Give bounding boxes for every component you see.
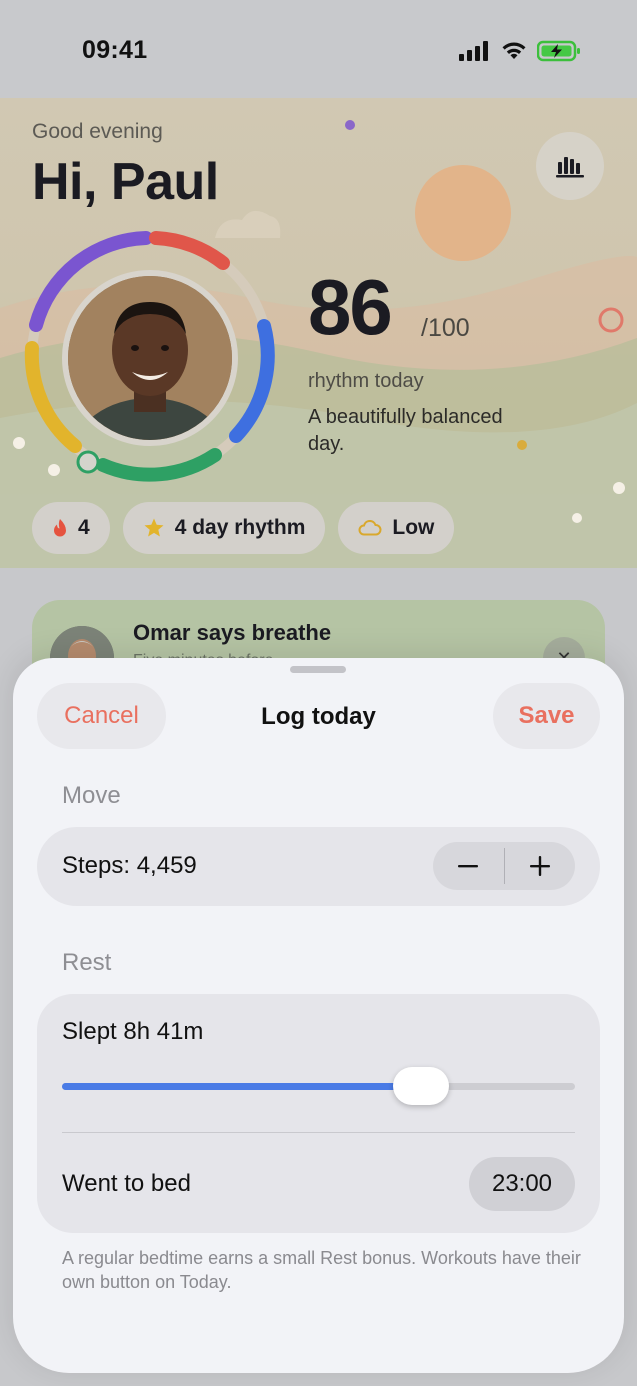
sleep-slider-fill	[62, 1083, 421, 1090]
user-greeting-title: Hi, Paul	[32, 153, 219, 211]
rhythm-score: 86	[308, 263, 393, 351]
save-button[interactable]: Save	[493, 683, 600, 749]
sheet-grabber[interactable]	[290, 666, 346, 673]
greeting-text: Good evening	[32, 120, 163, 143]
decrement-button[interactable]	[433, 842, 504, 890]
sleep-slider-thumb[interactable]	[393, 1067, 449, 1105]
log-today-sheet: Cancel Log today Save Move Steps: 4,459 …	[13, 658, 624, 1373]
plus-icon	[529, 856, 550, 876]
status-time: 09:41	[82, 36, 148, 64]
stats-button[interactable]	[536, 132, 604, 200]
weather-chip[interactable]: Low	[338, 502, 455, 554]
rhythm-description: A beautifully balanced day.	[308, 406, 503, 455]
wifi-icon	[502, 42, 526, 59]
status-bar: 09:41	[0, 0, 637, 98]
hero-panel: Good evening Hi, Paul 86 /100 rhythm tod…	[0, 98, 637, 568]
sleep-slider[interactable]	[62, 1067, 575, 1105]
cloud-icon	[358, 520, 382, 536]
status-icons	[459, 40, 581, 62]
streak-chip[interactable]: 4	[32, 502, 110, 554]
bar-chart-icon	[556, 157, 584, 178]
stat-chips: 4 4 day rhythm Low	[32, 502, 455, 554]
bedtime-label: Went to bed	[62, 1170, 191, 1197]
rhythm-score-max: /100	[421, 314, 470, 342]
star-icon	[144, 518, 164, 537]
weather-chip-label: Low	[392, 516, 435, 539]
move-section-label: Move	[62, 782, 121, 809]
notice-title: Omar says breathe	[133, 620, 332, 645]
steps-row: Steps: 4,459	[37, 827, 600, 906]
battery-charging-icon	[537, 40, 580, 62]
steps-stepper	[433, 842, 575, 890]
rest-footnote: A regular bedtime earns a small Rest bon…	[62, 1248, 581, 1292]
rest-section-label: Rest	[62, 949, 112, 976]
rhythm-days-chip-label: 4 day rhythm	[174, 516, 306, 539]
increment-button[interactable]	[505, 842, 576, 890]
rhythm-days-chip[interactable]: 4 day rhythm	[122, 502, 326, 554]
flame-icon	[54, 519, 66, 537]
cellular-signal-icon	[459, 41, 488, 61]
sleep-duration: Slept 8h 41m	[62, 1018, 204, 1045]
rhythm-score-label: rhythm today	[308, 370, 424, 392]
steps-value: Steps: 4,459	[62, 852, 197, 879]
rest-card: Slept 8h 41m Went to bed 23:00	[37, 994, 600, 1233]
minus-icon	[458, 865, 479, 868]
streak-chip-label: 4	[78, 516, 90, 539]
user-avatar	[62, 270, 238, 446]
rest-divider	[62, 1132, 575, 1133]
bedtime-picker[interactable]: 23:00	[469, 1157, 575, 1211]
